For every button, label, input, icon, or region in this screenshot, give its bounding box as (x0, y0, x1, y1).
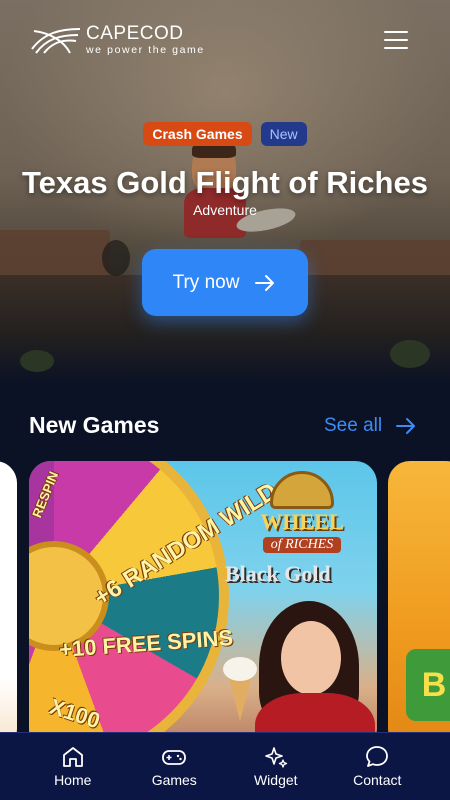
hero-title: Texas Gold Flight of Riches (22, 165, 428, 200)
hero-shrub (390, 340, 430, 368)
ice-cream-scoop (223, 657, 257, 681)
brand-tagline: we power the game (86, 44, 205, 56)
nav-label-widget: Widget (253, 772, 298, 788)
wheel-of-riches-logo: WHEEL of RICHES (247, 471, 357, 553)
capecod-logo-icon (31, 28, 81, 54)
arrow-right-icon (255, 274, 275, 291)
wheel-badge-icon (270, 471, 334, 509)
chat-bubble-icon (366, 746, 389, 767)
game-subtitle: Black Gold (225, 561, 331, 586)
brand-logo[interactable]: CAPECOD we power the game (30, 24, 205, 56)
hero-tags: Crash Games New (0, 122, 450, 146)
nav-item-contact[interactable]: Contact (332, 733, 422, 800)
nav-item-home[interactable]: Home (28, 733, 118, 800)
hero-genre: Adventure (193, 202, 257, 218)
see-all-link[interactable]: See all (324, 414, 418, 438)
gamepad-icon (162, 750, 187, 765)
new-games-title: New Games (29, 412, 160, 438)
new-games-header: New Games See all (0, 408, 450, 448)
try-now-label: Try now (172, 271, 240, 293)
next-card-letter: B (406, 649, 450, 721)
hero-plane-propeller (102, 240, 130, 276)
hero-banner[interactable]: CAPECOD we power the game Crash Games Ne… (0, 0, 450, 385)
nav-label-home: Home (54, 772, 92, 788)
nav-label-games: Games (151, 772, 197, 788)
game-card-next[interactable]: B (388, 461, 450, 736)
game-card-previous[interactable] (0, 461, 17, 736)
home-icon (62, 747, 83, 767)
hamburger-icon (384, 39, 408, 41)
character-dress (255, 693, 375, 736)
see-all-label: See all (324, 415, 383, 436)
logo-title-line1: WHEEL (260, 509, 344, 534)
arrow-right-icon (396, 418, 416, 434)
brand-name: CAPECOD (86, 23, 184, 44)
category-badge[interactable]: Crash Games (143, 122, 252, 146)
character-face (281, 621, 341, 695)
logo-title-line2: of RICHES (262, 537, 342, 553)
game-card-wheel-of-riches[interactable]: +6 RANDOM WILD +10 FREE SPINS X100 RESPI… (29, 461, 377, 736)
try-now-button[interactable]: Try now (142, 249, 308, 316)
hamburger-icon (384, 31, 408, 33)
nav-item-widget[interactable]: Widget (231, 733, 321, 800)
hamburger-icon (384, 47, 408, 49)
hero-shrub (20, 350, 54, 372)
nav-label-contact: Contact (353, 772, 402, 788)
new-games-carousel[interactable]: +6 RANDOM WILD +10 FREE SPINS X100 RESPI… (0, 461, 450, 736)
nav-item-games[interactable]: Games (129, 733, 219, 800)
bottom-navigation: Home Games Widget Contact (0, 732, 450, 800)
new-badge: New (260, 122, 307, 146)
brand-text: CAPECOD we power the game (86, 23, 205, 57)
menu-button[interactable] (384, 31, 410, 51)
sparkles-icon (264, 747, 287, 768)
